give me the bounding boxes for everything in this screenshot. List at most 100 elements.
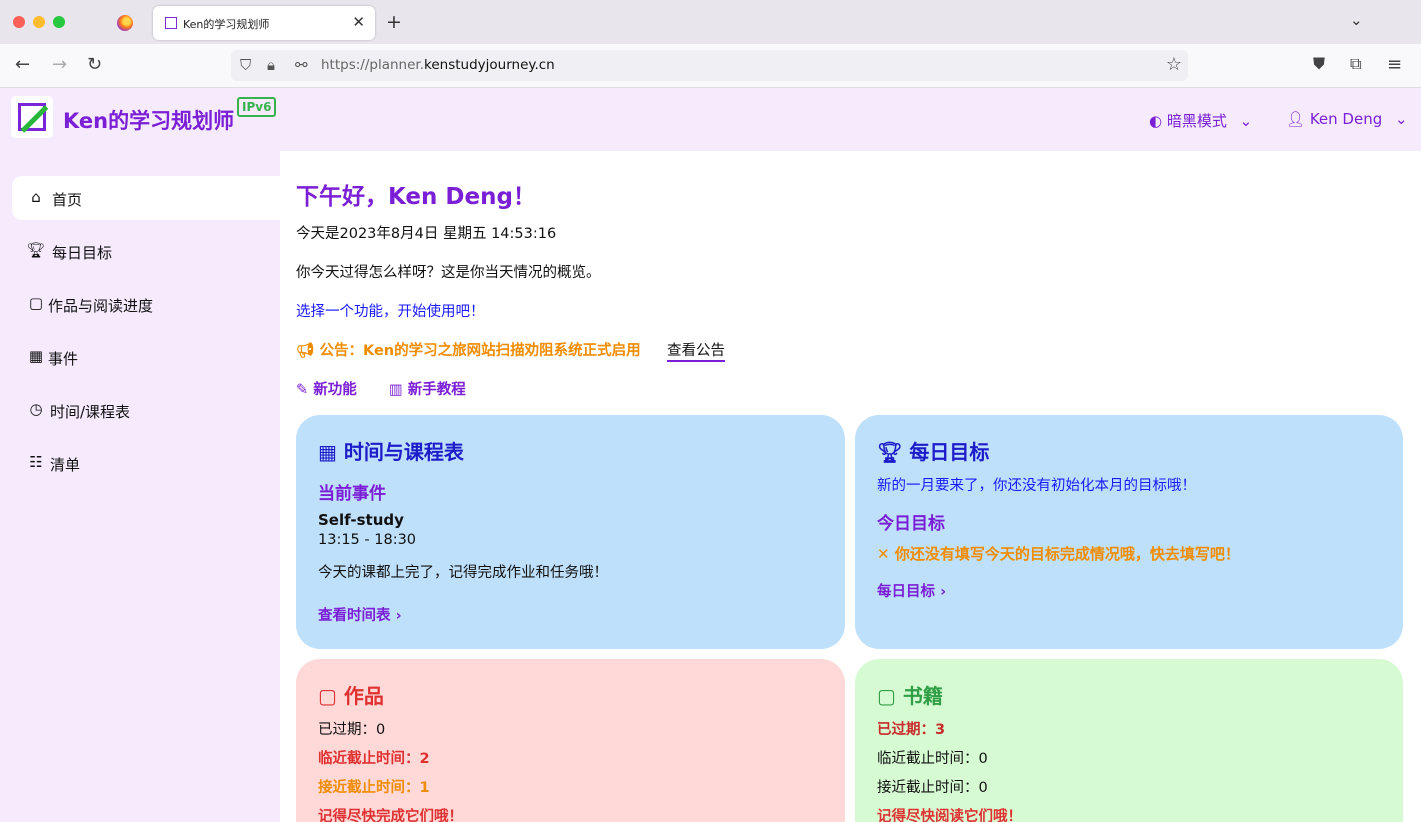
choose-prompt: 选择一个功能，开始使用吧！ (296, 304, 485, 320)
month-goal-message: 新的一月要来了，你还没有初始化本月的目标哦！ (877, 478, 1196, 494)
books-card-title: ▢ 书籍 (877, 680, 943, 709)
home-icon: ⌂ (31, 188, 41, 206)
books-card-title-text: 书籍 (902, 684, 943, 708)
current-event-heading: 当前事件 (318, 484, 386, 504)
sidebar-item-label: 事件 (48, 350, 79, 368)
works-card: ▢ 作品 已过期：0 临近截止时间：2 接近截止时间：1 记得尽快完成它们哦！ (296, 659, 845, 822)
lock-icon[interactable]: 🔒︎ (267, 56, 275, 74)
magic-wand-icon: ✎ (296, 382, 309, 398)
works-overdue: 已过期：0 (318, 722, 386, 738)
new-features-link[interactable]: ✎ 新功能 (296, 378, 357, 399)
dark-mode-label: 暗黑模式 (1166, 112, 1227, 130)
chevron-down-icon: ⌄ (1239, 112, 1253, 130)
books-overdue: 已过期：3 (877, 722, 946, 738)
event-time: 13:15 - 18:30 (318, 532, 417, 548)
chevron-down-icon: ⌄ (1395, 110, 1408, 128)
browser-nav-bar: ← → ↻ ⛉ 🔒︎ ⚯ https://planner.kenstudyjou… (0, 44, 1421, 88)
permissions-icon[interactable]: ⚯ (295, 56, 308, 74)
greeting: 下午好，Ken Deng！ (296, 184, 536, 210)
logo-slash (20, 105, 49, 133)
tutorial-link[interactable]: ▥ 新手教程 (389, 378, 466, 399)
clock-icon: ◷ (29, 400, 43, 418)
close-tab-icon[interactable]: ✕ (352, 13, 365, 31)
notice: 📢︎ 公告：Ken的学习之旅网站扫描劝阻系统正式启用 (296, 339, 641, 360)
calendar-icon: ▦ (318, 440, 337, 464)
works-approaching: 接近截止时间：1 (318, 780, 430, 796)
megaphone-icon: 📢︎ (296, 343, 315, 359)
dark-mode-dropdown[interactable]: ◐ 暗黑模式 ⌄ (1149, 110, 1252, 131)
daily-goals-card: 🏆︎ 每日目标 新的一月要来了，你还没有初始化本月的目标哦！ 今日目标 ✕ 你还… (855, 415, 1403, 649)
trophy-icon: 🏆︎ (877, 440, 903, 464)
works-reminder: 记得尽快完成它们哦！ (318, 809, 463, 822)
today-goal-heading: 今日目标 (877, 514, 945, 534)
url-text[interactable]: https://planner.kenstudyjourney.cn (321, 57, 555, 73)
view-timetable-label: 查看时间表 (318, 608, 391, 624)
sidebar-item-events[interactable]: ▦ 事件 (12, 335, 280, 379)
site-favicon-icon (165, 17, 177, 29)
chevron-right-icon: › (940, 584, 947, 600)
sidebar-item-daily-goals[interactable]: 🏆︎ 每日目标 (12, 229, 280, 273)
daily-goals-link-label: 每日目标 (877, 584, 935, 600)
reload-icon[interactable]: ↻ (87, 54, 102, 75)
user-icon: 👤︎ (1286, 110, 1306, 128)
app-title[interactable]: Ken的学习规划师 (63, 105, 234, 135)
sidebar-item-label: 时间/课程表 (50, 403, 131, 421)
user-name: Ken Deng (1309, 110, 1383, 128)
logo-frame (18, 103, 49, 133)
note-icon: ▢ (318, 684, 337, 708)
schedule-card: ▦ 时间与课程表 当前事件 Self-study 13:15 - 18:30 今… (296, 415, 845, 649)
schedule-card-title: ▦ 时间与课程表 (318, 436, 464, 465)
works-card-title-text: 作品 (343, 684, 384, 708)
event-name: Self-study (318, 511, 404, 529)
close-window-button[interactable] (13, 16, 25, 28)
browser-tab[interactable]: Ken的学习规划师 ✕ (153, 6, 375, 40)
maximize-window-button[interactable] (53, 16, 65, 28)
bookmark-star-icon[interactable]: ☆ (1166, 54, 1182, 75)
new-tab-icon[interactable]: + (386, 11, 402, 33)
app-header: Ken的学习规划师 IPv6 ◐ 暗黑模式 ⌄ 👤︎ Ken Deng ⌄ (0, 88, 1421, 151)
forward-icon[interactable]: → (52, 54, 67, 75)
goal-warning: ✕ 你还没有填写今天的目标完成情况哦，快去填写吧！ (877, 543, 1240, 564)
daily-goals-link[interactable]: 每日目标 › (877, 580, 946, 601)
overview-text: 你今天过得怎么样呀？这是你当天情况的概览。 (296, 265, 601, 281)
back-icon[interactable]: ← (15, 54, 30, 75)
app-logo[interactable] (11, 96, 53, 138)
note-icon: ▢ (28, 294, 44, 312)
books-near-deadline: 临近截止时间：0 (877, 751, 988, 767)
browser-tab-bar: Ken的学习规划师 ✕ + ⌄ (0, 0, 1421, 44)
tutorial-label: 新手教程 (407, 382, 466, 398)
sidebar-item-label: 首页 (52, 191, 83, 209)
schedule-message: 今天的课都上完了，记得完成作业和任务哦！ (318, 565, 608, 581)
sidebar-item-works-reading[interactable]: ▢ 作品与阅读进度 (12, 282, 280, 326)
checklist-icon: ☷ (29, 453, 43, 471)
contrast-icon: ◐ (1149, 112, 1163, 130)
schedule-card-title-text: 时间与课程表 (343, 440, 464, 464)
ipv6-badge: IPv6 (237, 97, 277, 117)
sidebar-item-label: 清单 (50, 456, 81, 474)
books-card: ▢ 书籍 已过期：3 临近截止时间：0 接近截止时间：0 记得尽快阅读它们哦！ (855, 659, 1403, 822)
pocket-icon[interactable]: ⛊ (1313, 54, 1325, 74)
extensions-icon[interactable]: ⧉ (1350, 54, 1361, 74)
sidebar-item-label: 每日目标 (52, 244, 113, 262)
firefox-icon[interactable] (117, 15, 133, 31)
address-bar[interactable]: ⛉ 🔒︎ ⚯ https://planner.kenstudyjourney.c… (231, 50, 1188, 81)
sidebar-item-timetable[interactable]: ◷ 时间/课程表 (12, 388, 280, 432)
view-notice-link[interactable]: 查看公告 (667, 339, 725, 362)
chevron-right-icon: › (395, 608, 402, 624)
book-icon: ▥ (389, 382, 403, 398)
tab-title: Ken的学习规划师 (183, 18, 270, 31)
chevron-down-icon[interactable]: ⌄ (1350, 11, 1363, 29)
books-reminder: 记得尽快阅读它们哦！ (877, 809, 1022, 822)
sidebar-item-home[interactable]: ⌂ 首页 (12, 176, 280, 220)
menu-icon[interactable]: ≡ (1387, 54, 1402, 75)
view-timetable-link[interactable]: 查看时间表 › (318, 604, 402, 625)
minimize-window-button[interactable] (33, 16, 45, 28)
notice-text: 公告：Ken的学习之旅网站扫描劝阻系统正式启用 (319, 343, 641, 359)
daily-goals-card-title-text: 每日目标 (909, 440, 990, 464)
shield-icon[interactable]: ⛉ (240, 56, 251, 74)
new-features-label: 新功能 (313, 382, 357, 398)
user-dropdown[interactable]: 👤︎ Ken Deng ⌄ (1286, 110, 1408, 128)
daily-goals-card-title: 🏆︎ 每日目标 (877, 436, 989, 465)
calendar-icon: ▦ (28, 347, 44, 365)
sidebar-item-checklist[interactable]: ☷ 清单 (12, 441, 280, 485)
